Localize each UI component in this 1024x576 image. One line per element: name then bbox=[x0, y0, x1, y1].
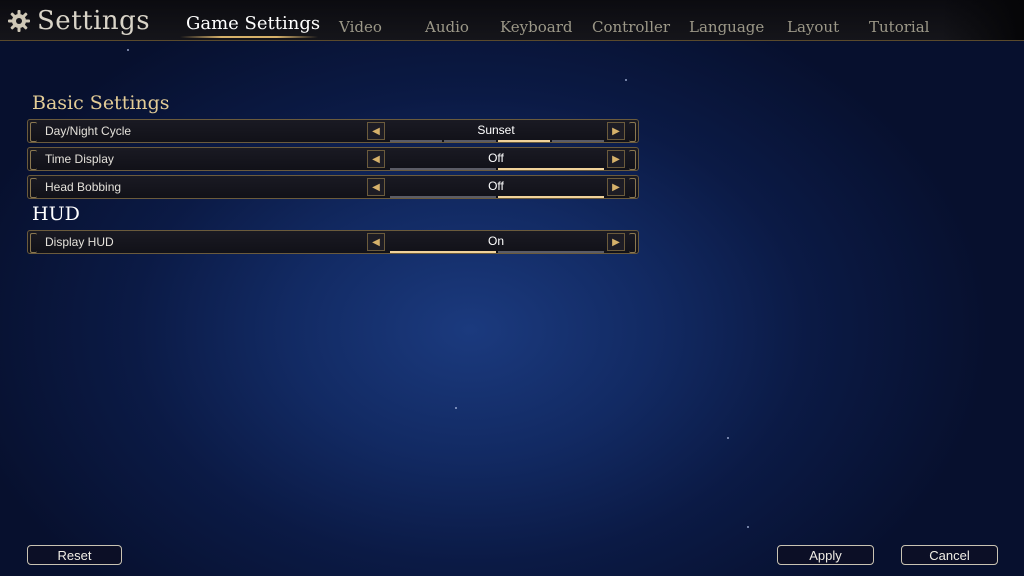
gear-icon bbox=[8, 10, 30, 32]
chevron-left-icon[interactable]: ◀ bbox=[367, 233, 385, 251]
option-segment bbox=[444, 140, 496, 142]
chevron-left-icon[interactable]: ◀ bbox=[367, 178, 385, 196]
option-segment-selected bbox=[498, 140, 550, 142]
setting-row-head-bobbing: Head Bobbing ◀ Off ▶ bbox=[27, 175, 639, 199]
option-segment bbox=[552, 140, 604, 142]
setting-label: Day/Night Cycle bbox=[45, 124, 132, 138]
chevron-left-icon[interactable]: ◀ bbox=[367, 122, 385, 140]
tab-video[interactable]: Video bbox=[339, 18, 382, 36]
chevron-right-icon[interactable]: ▶ bbox=[607, 233, 625, 251]
chevron-right-icon[interactable]: ▶ bbox=[607, 178, 625, 196]
background-star bbox=[455, 407, 457, 409]
tab-controller[interactable]: Controller bbox=[592, 18, 670, 36]
topbar-shade bbox=[942, 0, 1024, 40]
apply-button[interactable]: Apply bbox=[777, 545, 874, 565]
page-title: Settings bbox=[37, 6, 151, 36]
background-star bbox=[625, 79, 627, 81]
setting-row-day-night-cycle: Day/Night Cycle ◀ Sunset ▶ bbox=[27, 119, 639, 143]
option-segment-selected bbox=[390, 251, 496, 253]
tab-language[interactable]: Language bbox=[689, 18, 764, 36]
setting-label: Time Display bbox=[45, 152, 114, 166]
tab-keyboard[interactable]: Keyboard bbox=[500, 18, 573, 36]
option-segment bbox=[390, 140, 442, 142]
option-indicator bbox=[390, 196, 604, 198]
top-bar: Settings Game Settings Video Audio Keybo… bbox=[0, 0, 1024, 41]
option-indicator bbox=[390, 251, 604, 253]
option-segment-selected bbox=[498, 196, 604, 198]
background-star bbox=[727, 437, 729, 439]
setting-label: Head Bobbing bbox=[45, 180, 122, 194]
setting-value: Off bbox=[488, 151, 504, 165]
option-segment-selected bbox=[498, 168, 604, 170]
section-title-basic-settings: Basic Settings bbox=[32, 92, 170, 114]
chevron-right-icon[interactable]: ▶ bbox=[607, 150, 625, 168]
option-segment bbox=[390, 196, 496, 198]
setting-label: Display HUD bbox=[45, 235, 114, 249]
option-segment bbox=[498, 251, 604, 253]
setting-value: Sunset bbox=[477, 123, 515, 137]
tab-audio[interactable]: Audio bbox=[425, 18, 469, 36]
setting-value: On bbox=[487, 234, 504, 248]
option-indicator bbox=[390, 140, 604, 142]
settings-header: Settings bbox=[7, 4, 150, 38]
section-title-hud: HUD bbox=[32, 203, 80, 225]
tab-game-settings[interactable]: Game Settings bbox=[186, 13, 320, 34]
chevron-right-icon[interactable]: ▶ bbox=[607, 122, 625, 140]
setting-row-time-display: Time Display ◀ Off ▶ bbox=[27, 147, 639, 171]
option-indicator bbox=[390, 168, 604, 170]
option-segment bbox=[390, 168, 496, 170]
chevron-left-icon[interactable]: ◀ bbox=[367, 150, 385, 168]
setting-row-display-hud: Display HUD ◀ On ▶ bbox=[27, 230, 639, 254]
cancel-button[interactable]: Cancel bbox=[901, 545, 998, 565]
tab-layout[interactable]: Layout bbox=[787, 18, 839, 36]
reset-button[interactable]: Reset bbox=[27, 545, 122, 565]
setting-value: Off bbox=[488, 179, 504, 193]
tab-tutorial[interactable]: Tutorial bbox=[869, 18, 929, 36]
background-star bbox=[127, 49, 129, 51]
active-tab-indicator bbox=[180, 36, 318, 38]
background-star bbox=[747, 526, 749, 528]
